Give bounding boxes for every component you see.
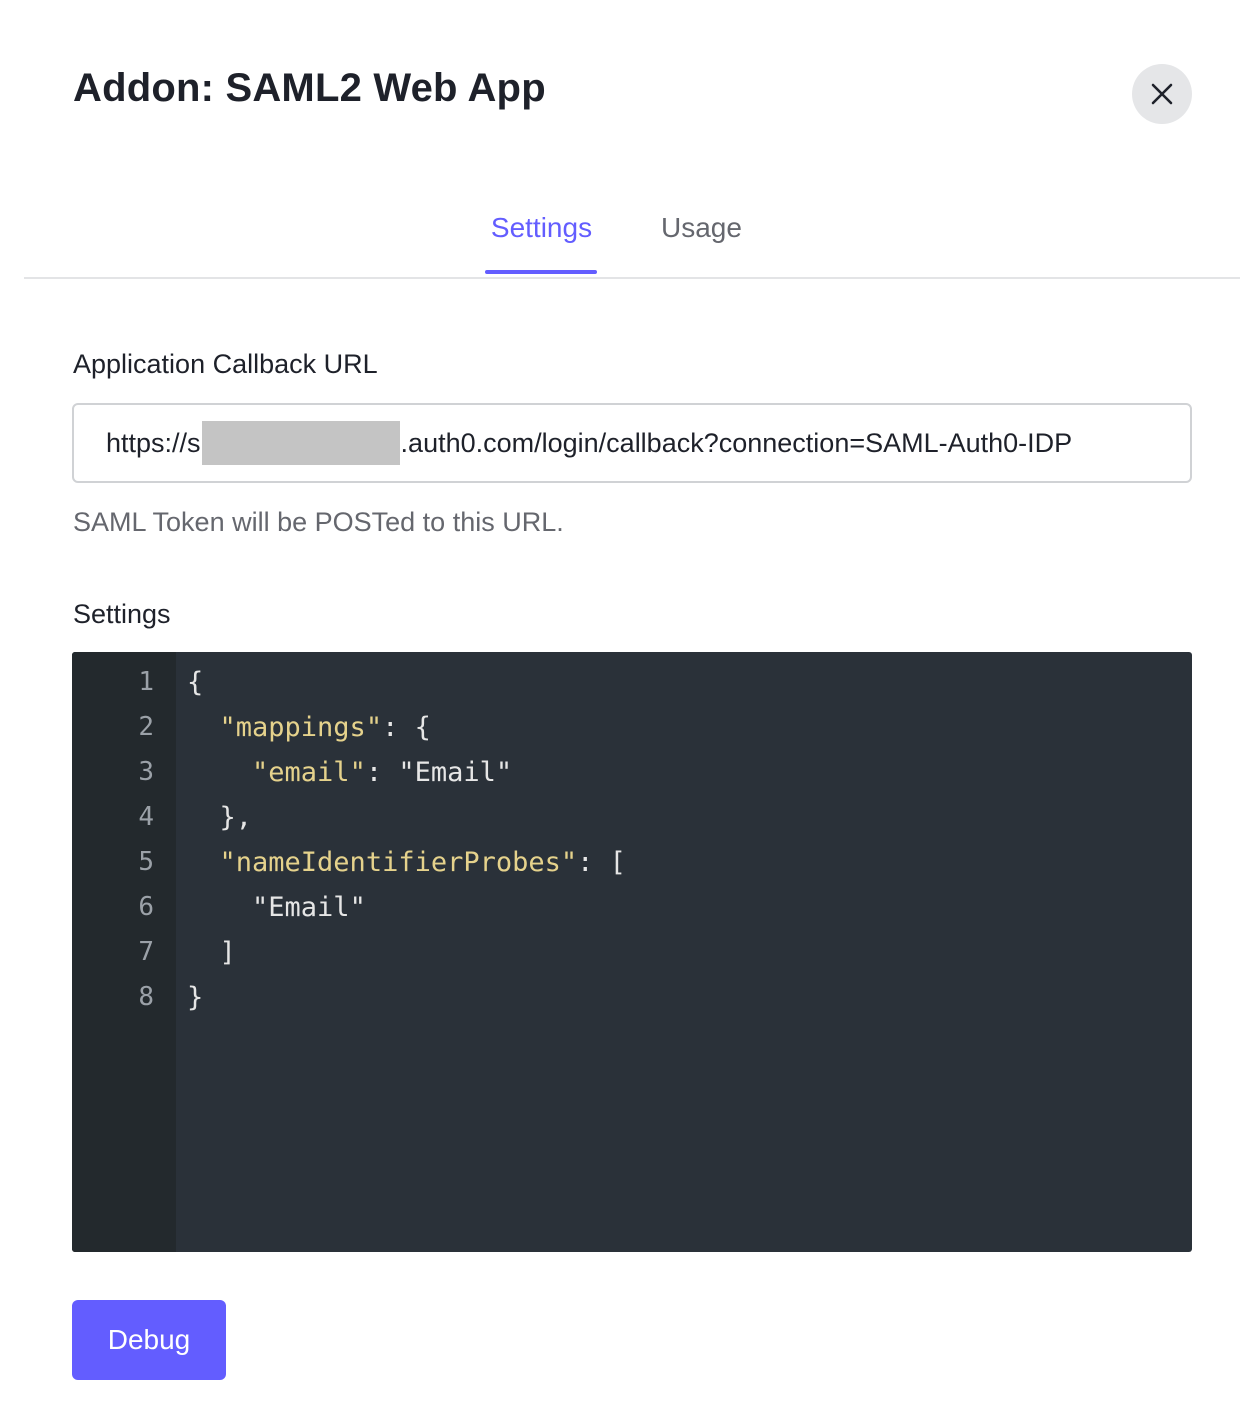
settings-code-editor[interactable]: 1 2 3 4 5 6 7 8 { "mappings": { "email":…	[72, 652, 1192, 1252]
json-string: "Email"	[398, 757, 513, 788]
debug-button[interactable]: Debug	[72, 1300, 226, 1380]
line-number-gutter: 1 2 3 4 5 6 7 8	[72, 652, 176, 1252]
code-line: },	[219, 802, 253, 833]
callback-url-help: SAML Token will be POSTed to this URL.	[73, 507, 564, 537]
json-key: "email"	[252, 757, 366, 788]
callback-url-label: Application Callback URL	[73, 349, 378, 379]
line-number: 6	[138, 892, 154, 922]
code-line: "Email"	[187, 885, 626, 930]
json-key: "mappings"	[219, 712, 383, 743]
code-line: "mappings": {	[219, 712, 431, 743]
settings-label: Settings	[73, 599, 171, 629]
code-line: ]	[219, 937, 236, 968]
redacted-region	[201, 421, 400, 465]
callback-url-suffix: .auth0.com/login/callback?connection=SAM…	[400, 427, 1073, 458]
json-key: "nameIdentifierProbes"	[219, 847, 578, 878]
code-line: {	[187, 667, 204, 698]
tab-bar: Settings Usage	[24, 200, 1240, 279]
line-number: 2	[138, 712, 154, 742]
line-number: 1	[138, 667, 154, 697]
active-tab-indicator	[485, 270, 597, 274]
line-number: 8	[138, 982, 154, 1012]
callback-url-input[interactable]: https://s .auth0.com/login/callback?conne…	[72, 403, 1192, 483]
addon-modal: Addon: SAML2 Web App Settings Usage Appl…	[0, 0, 1254, 1420]
tab-usage[interactable]: Usage	[661, 208, 742, 248]
code-content[interactable]: { "mappings": { "email": "Email" }, "nam…	[187, 660, 626, 1020]
json-string: "Email"	[252, 892, 366, 923]
line-number: 5	[138, 847, 154, 877]
close-icon	[1151, 83, 1173, 105]
modal-title: Addon: SAML2 Web App	[73, 66, 546, 110]
tab-settings[interactable]: Settings	[486, 208, 597, 248]
close-button[interactable]	[1132, 64, 1192, 124]
line-number: 4	[138, 802, 154, 832]
code-line: "nameIdentifierProbes": [	[219, 847, 626, 878]
code-line: "email": "Email"	[252, 757, 513, 788]
code-line: }	[187, 982, 204, 1013]
callback-url-prefix: https://s	[106, 427, 201, 458]
line-number: 3	[138, 757, 154, 787]
line-number: 7	[138, 937, 154, 967]
